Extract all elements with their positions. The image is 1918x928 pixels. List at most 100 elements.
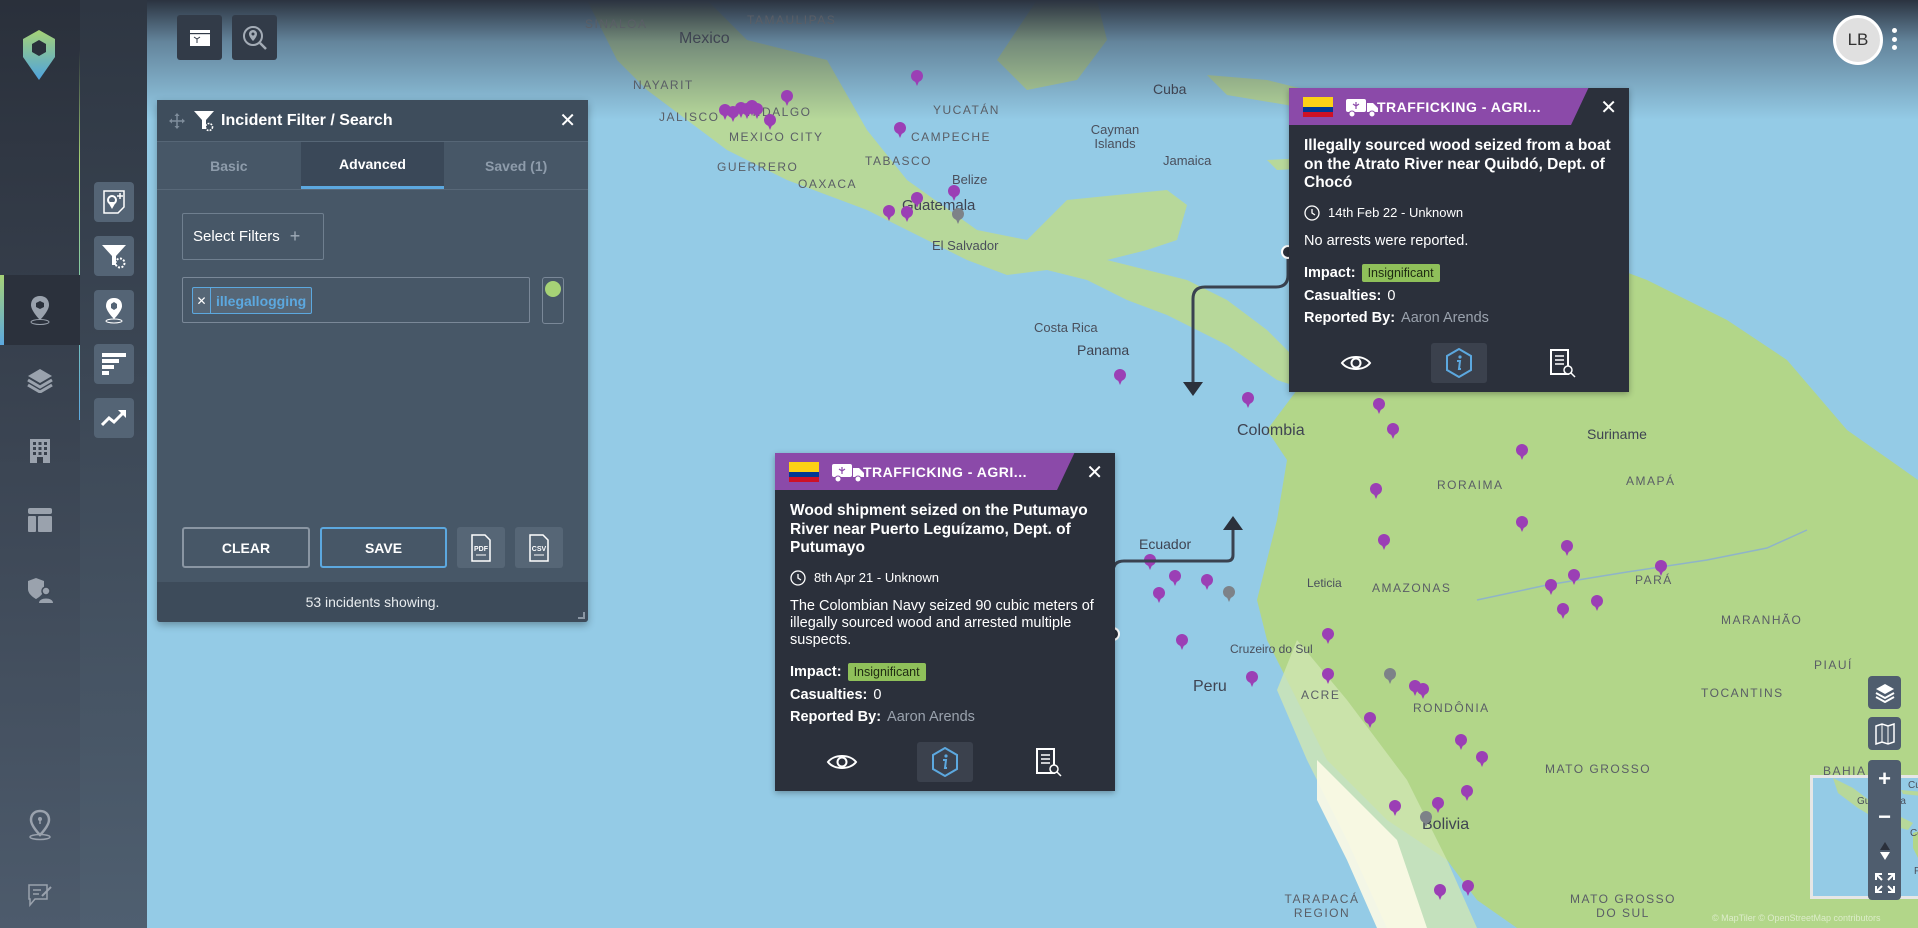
more-menu-button[interactable] xyxy=(1890,28,1898,50)
tab-advanced[interactable]: Advanced xyxy=(300,142,445,189)
rail-item-security[interactable] xyxy=(0,555,80,625)
incident-pin[interactable] xyxy=(1655,560,1667,576)
compass-icon[interactable] xyxy=(1879,842,1891,860)
reported-by-value: Aaron Arends xyxy=(887,708,975,725)
zoom-in-button[interactable]: + xyxy=(1878,766,1891,792)
incident-pin[interactable] xyxy=(1364,712,1376,728)
incident-pin[interactable] xyxy=(883,205,895,221)
rail-item-layers[interactable] xyxy=(0,345,80,415)
location-search-button[interactable] xyxy=(232,15,277,60)
filter-tags-input[interactable]: ✕ illegallogging xyxy=(182,277,530,323)
incident-pin[interactable] xyxy=(1545,579,1557,595)
rail-item-incidents[interactable] xyxy=(0,275,80,345)
export-csv-button[interactable]: CSV xyxy=(515,527,563,568)
incident-pin[interactable] xyxy=(1568,569,1580,585)
map-style-button[interactable] xyxy=(1868,717,1901,750)
incident-pin[interactable] xyxy=(894,122,906,138)
incident-pin[interactable] xyxy=(1322,668,1334,684)
save-button[interactable]: SAVE xyxy=(320,527,447,568)
trend-button[interactable] xyxy=(94,398,134,438)
view-button[interactable] xyxy=(814,742,870,782)
filter-button[interactable] xyxy=(94,236,134,276)
incident-pin[interactable] xyxy=(1561,540,1573,556)
zoom-out-button[interactable]: − xyxy=(1878,804,1891,830)
incident-pin[interactable] xyxy=(751,103,763,119)
incident-pin[interactable] xyxy=(1322,628,1334,644)
minimap[interactable]: Cuba Guatemala Colombia Peru xyxy=(1810,775,1918,899)
incident-pin[interactable] xyxy=(1223,586,1235,602)
panel-header[interactable]: Incident Filter / Search ✕ xyxy=(157,100,588,142)
incident-pin[interactable] xyxy=(1462,880,1474,896)
map-layers-button[interactable] xyxy=(1868,676,1901,709)
impact-badge: Insignificant xyxy=(847,662,926,681)
incident-pin[interactable] xyxy=(1144,554,1156,570)
incident-pin[interactable] xyxy=(1591,595,1603,611)
incident-pin[interactable] xyxy=(1242,392,1254,408)
tab-saved[interactable]: Saved (1) xyxy=(444,142,588,189)
add-incident-button[interactable] xyxy=(94,182,134,222)
incident-pin[interactable] xyxy=(1461,785,1473,801)
incident-pin[interactable] xyxy=(781,90,793,106)
incident-pin[interactable] xyxy=(1434,884,1446,900)
incident-pin[interactable] xyxy=(1455,734,1467,750)
info-button[interactable] xyxy=(916,741,973,782)
popup-description: No arrests were reported. xyxy=(1304,232,1469,249)
report-button[interactable] xyxy=(1020,742,1076,782)
incident-pin[interactable] xyxy=(1370,483,1382,499)
incident-pin[interactable] xyxy=(948,185,960,201)
incident-pin[interactable] xyxy=(1387,423,1399,439)
window-toggle-button[interactable] xyxy=(177,15,222,60)
rail-item-dashboard[interactable] xyxy=(0,485,80,555)
incident-pin[interactable] xyxy=(901,206,913,222)
incident-pin[interactable] xyxy=(1420,811,1432,827)
incident-pin[interactable] xyxy=(1378,534,1390,550)
user-avatar[interactable]: LB xyxy=(1833,15,1883,65)
incident-pin[interactable] xyxy=(1516,444,1528,460)
map-label: Peru xyxy=(1193,678,1227,695)
close-popup-button[interactable]: ✕ xyxy=(1600,95,1617,120)
incident-pin-button[interactable] xyxy=(94,290,134,330)
clear-button[interactable]: CLEAR xyxy=(182,527,310,568)
incident-pin[interactable] xyxy=(1516,516,1528,532)
map-attribution[interactable]: © MapTiler © OpenStreetMap contributors xyxy=(1712,913,1881,923)
tab-basic[interactable]: Basic xyxy=(157,142,301,189)
csv-file-icon: CSV xyxy=(529,533,549,562)
bar-chart-button[interactable] xyxy=(94,344,134,384)
rail-item-feedback[interactable] xyxy=(0,860,80,928)
incident-pin[interactable] xyxy=(1114,369,1126,385)
incident-pin[interactable] xyxy=(764,114,776,130)
incident-pin[interactable] xyxy=(1476,751,1488,767)
incident-pin[interactable] xyxy=(1557,603,1569,619)
minimap-label: Cuba xyxy=(1908,780,1918,791)
filter-toggle[interactable] xyxy=(542,277,564,324)
incident-pin[interactable] xyxy=(1384,668,1396,684)
remove-tag-icon[interactable]: ✕ xyxy=(193,288,211,313)
export-pdf-button[interactable]: PDF xyxy=(457,527,505,568)
drag-move-icon[interactable] xyxy=(169,112,185,129)
incident-pin[interactable] xyxy=(1176,634,1188,650)
info-hexagon-icon xyxy=(1445,347,1472,378)
incident-pin[interactable] xyxy=(1246,671,1258,687)
rail-item-buildings[interactable] xyxy=(0,415,80,485)
close-popup-button[interactable]: ✕ xyxy=(1086,460,1103,485)
select-filters-button[interactable]: Select Filters + xyxy=(182,213,324,260)
incident-pin[interactable] xyxy=(1389,800,1401,816)
incident-pin[interactable] xyxy=(1432,797,1444,813)
report-button[interactable] xyxy=(1534,343,1590,383)
fullscreen-icon[interactable] xyxy=(1874,872,1896,894)
incident-pin[interactable] xyxy=(1373,398,1385,414)
rail-item-location-settings[interactable] xyxy=(0,790,80,860)
view-button[interactable] xyxy=(1328,343,1384,383)
info-button[interactable] xyxy=(1430,342,1487,383)
incident-pin[interactable] xyxy=(1201,574,1213,590)
incident-pin[interactable] xyxy=(911,70,923,86)
incident-pin[interactable] xyxy=(1409,680,1421,696)
map-label: YUCATÁN xyxy=(933,103,1000,117)
incident-pin[interactable] xyxy=(1153,587,1165,603)
resize-handle[interactable] xyxy=(578,612,585,619)
close-panel-button[interactable]: ✕ xyxy=(559,108,576,133)
popup-header: TRAFFICKING - AGRI... ✕ xyxy=(775,453,1115,490)
incident-pin[interactable] xyxy=(1169,570,1181,586)
pdf-file-icon: PDF xyxy=(471,533,491,562)
incident-pin[interactable] xyxy=(952,208,964,224)
